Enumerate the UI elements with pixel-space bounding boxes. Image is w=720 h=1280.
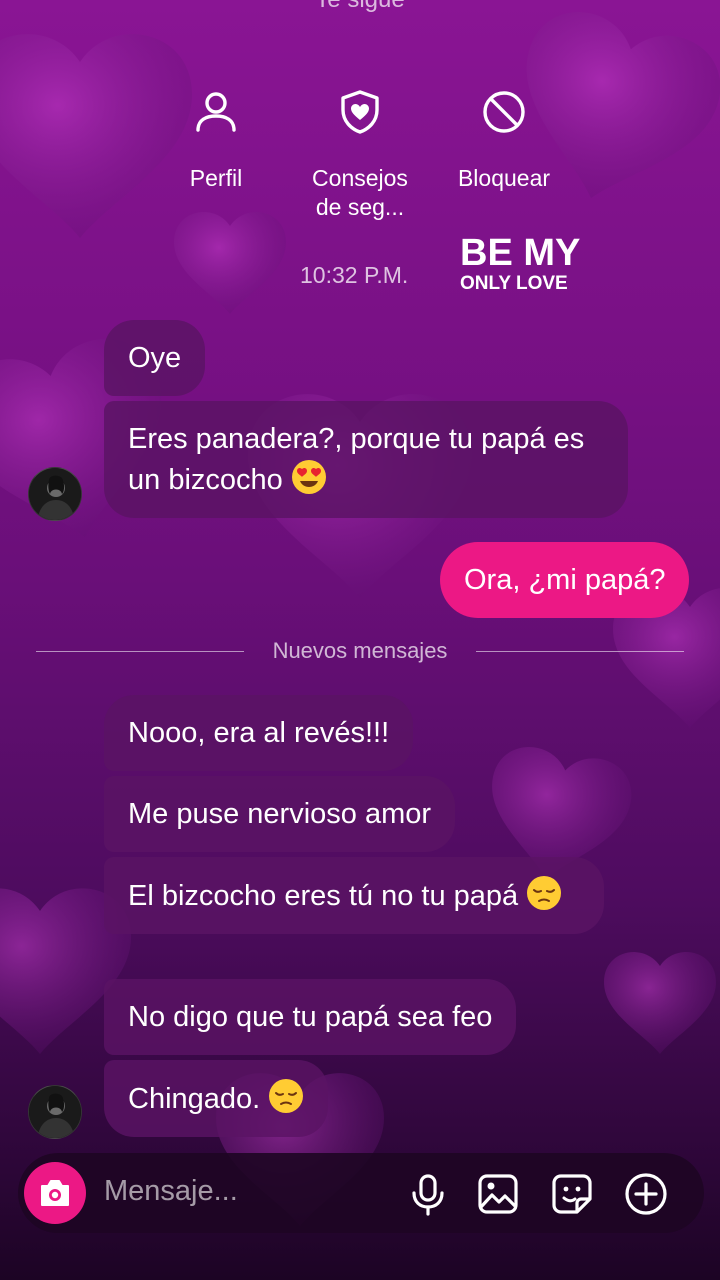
message-text: Chingado. (128, 1083, 261, 1115)
safety-tips-action[interactable]: Consejos de seg... (295, 88, 425, 222)
message-bubble[interactable]: Eres panadera?, porque tu papá es un biz… (104, 401, 628, 518)
profile-label: Perfil (189, 165, 243, 191)
avatar-photo (29, 468, 81, 520)
new-messages-divider: Nuevos mensajes (36, 636, 684, 668)
outgoing-message-bubble[interactable]: Ora, ¿mi papá? (440, 542, 690, 618)
microphone-icon[interactable] (405, 1171, 451, 1217)
block-icon (483, 91, 525, 133)
message-text: Ora, ¿mi papá? (464, 564, 666, 596)
avatar[interactable] (28, 467, 82, 521)
sticker-line1: BE MY (460, 232, 581, 274)
divider-label: Nuevos mensajes (272, 638, 448, 663)
message-text: Me puse nervioso amor (128, 798, 432, 830)
plus-icon[interactable] (623, 1171, 669, 1217)
message-text: El bizcocho eres tú no tu papá (128, 880, 519, 912)
camera-icon (41, 1180, 69, 1206)
message-text: Nooo, era al revés!!! (128, 717, 390, 749)
gallery-icon[interactable] (475, 1171, 521, 1217)
message-text: Oye (128, 342, 182, 374)
message-bubble[interactable]: Oye (104, 320, 206, 396)
message-text: Eres panadera?, porque tu papá es un biz… (128, 423, 585, 496)
message-bubble[interactable]: Nooo, era al revés!!! (104, 695, 414, 771)
message-input[interactable]: Mensaje... (104, 1175, 238, 1208)
message-bubble[interactable]: El bizcocho eres tú no tu papá (104, 857, 604, 934)
pensive-emoji (269, 1079, 304, 1113)
profile-action[interactable]: Perfil (151, 88, 281, 193)
avatar-photo (29, 1086, 81, 1138)
heart-eyes-emoji (291, 460, 326, 494)
safety-tips-label: Consejos de seg... (312, 165, 408, 220)
follow-status: Te sigue (0, 0, 720, 14)
message-bubble[interactable]: Chingado. (104, 1060, 329, 1137)
be-my-only-love-sticker[interactable]: BE MY ONLY LOVE (460, 234, 580, 293)
sticker-line2: ONLY LOVE (460, 273, 568, 294)
message-timestamp: 10:32 P.M. (300, 262, 409, 288)
pensive-emoji (527, 876, 562, 910)
message-text: No digo que tu papá sea feo (128, 1001, 493, 1033)
block-action[interactable]: Bloquear (439, 88, 569, 193)
sticker-icon[interactable] (549, 1171, 595, 1217)
message-composer: Mensaje... (18, 1153, 704, 1233)
message-bubble[interactable]: No digo que tu papá sea feo (104, 979, 517, 1055)
profile-icon (196, 92, 236, 132)
message-bubble[interactable]: Me puse nervioso amor (104, 776, 456, 852)
avatar[interactable] (28, 1085, 82, 1139)
camera-button[interactable] (24, 1162, 86, 1224)
block-label: Bloquear (457, 165, 551, 191)
shield-heart-icon (341, 90, 379, 134)
profile-actions: Perfil Consejos de seg... Bloquear (0, 88, 720, 238)
